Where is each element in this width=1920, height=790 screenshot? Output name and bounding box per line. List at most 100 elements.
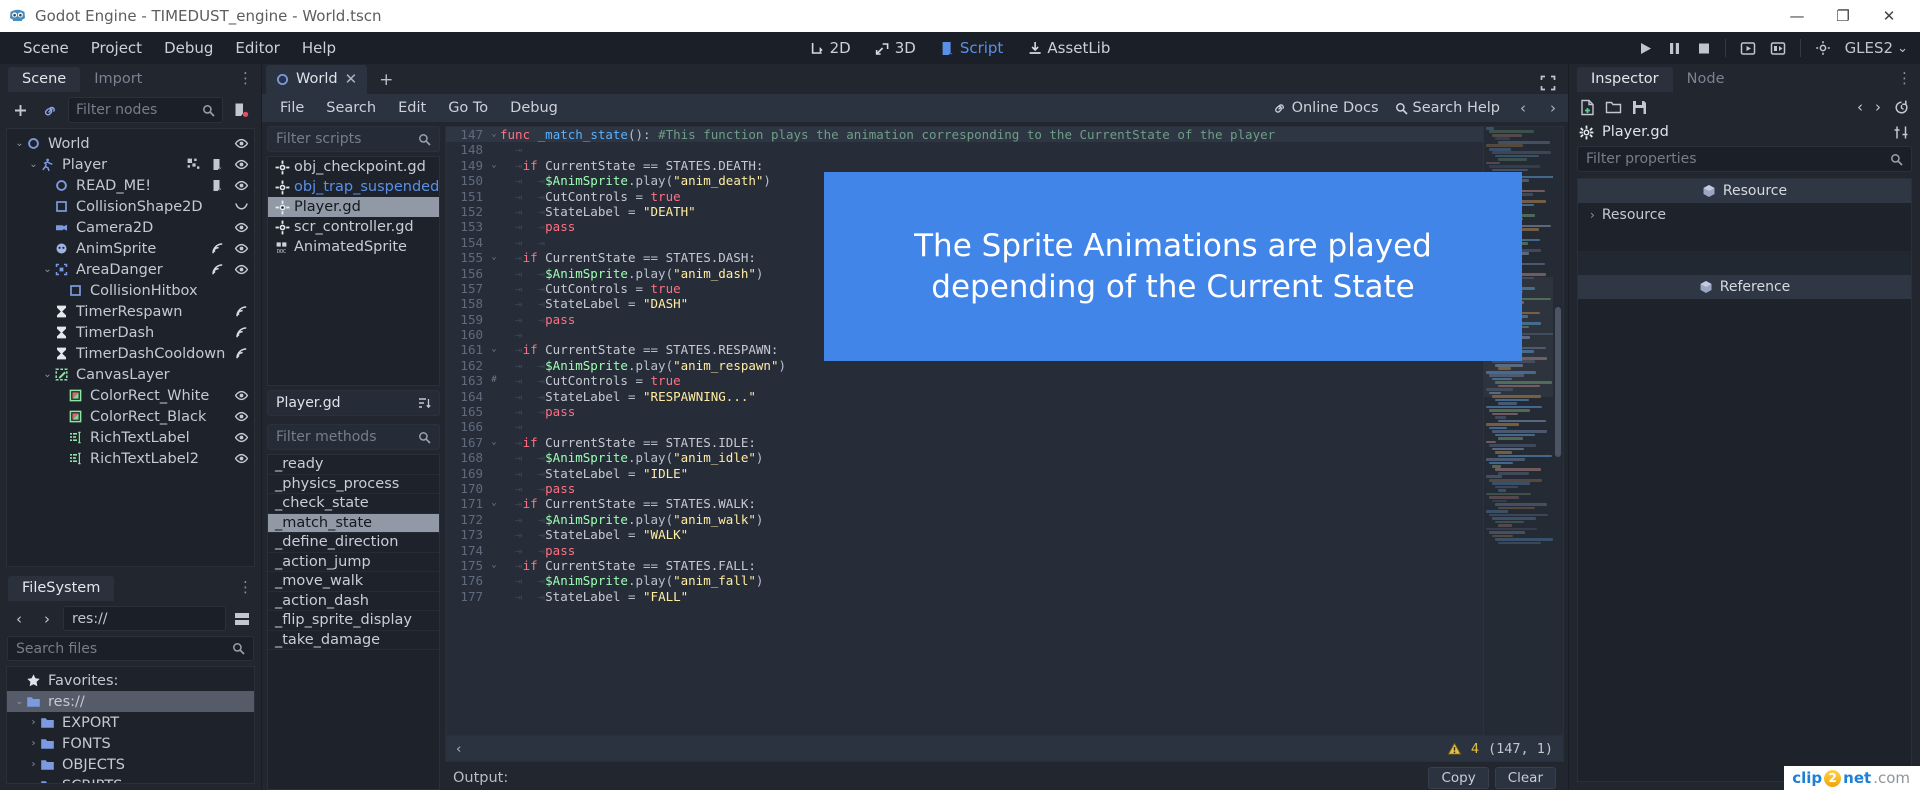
expand-arrow-icon[interactable]: ⌄ [13, 138, 26, 149]
expand-arrow-icon[interactable]: › [27, 759, 40, 770]
fold-arrow-icon[interactable] [488, 512, 500, 527]
fs-item-fonts[interactable]: › FONTS [7, 733, 254, 754]
code-line[interactable]: 168 ⇥ ⇥ $AnimSprite.play("anim_idle") [446, 450, 1483, 465]
fold-arrow-icon[interactable] [488, 296, 500, 311]
script-list[interactable]: obj_checkpoint.gd obj_trap_suspended.gd Pl… [267, 156, 440, 386]
fold-arrow-icon[interactable] [488, 312, 500, 327]
close-button[interactable]: ✕ [1866, 0, 1912, 32]
inspector-menu-icon[interactable]: ⋮ [1897, 69, 1912, 87]
method-item-action-jump[interactable]: _action_jump [268, 553, 439, 572]
method-list[interactable]: _ready _physics_process _check_state _match… [267, 454, 440, 790]
expand-arrow-icon[interactable]: › [1590, 208, 1595, 222]
renderer-selector[interactable]: GLES2 ⌄ [1845, 39, 1908, 57]
code-line[interactable]: 170 ⇥ ⇥ pass [446, 481, 1483, 496]
tab-assetlib[interactable]: AssetLib [1018, 35, 1119, 61]
script-menu-edit[interactable]: Edit [388, 97, 436, 119]
search-help-button[interactable]: Search Help [1395, 100, 1500, 116]
fold-arrow-icon[interactable]: # [488, 373, 500, 388]
scene-node-timerrespawn[interactable]: TimerRespawn [7, 301, 254, 322]
play-scene-icon[interactable] [1740, 41, 1756, 56]
property-category[interactable]: Resource [1578, 179, 1911, 203]
method-item-take-damage[interactable]: _take_damage [268, 631, 439, 650]
filter-nodes-input[interactable]: Filter nodes [68, 97, 223, 123]
code-line[interactable]: 147 ⌄ func _match_state(): #This function … [446, 127, 1483, 143]
minimize-button[interactable]: — [1774, 0, 1820, 32]
code-line[interactable]: 175 ⌄ ⇥ if CurrentState == STATES.FALL: [446, 558, 1483, 573]
fold-arrow-icon[interactable]: ⌄ [488, 250, 500, 265]
tab-filesystem[interactable]: FileSystem [8, 576, 115, 601]
script-item-scr-controller-gd[interactable]: scr_controller.gd [268, 217, 439, 237]
scene-node-timerdash[interactable]: TimerDash [7, 322, 254, 343]
expand-arrow-icon[interactable]: ⌄ [27, 159, 40, 170]
scene-node-canvaslayer[interactable]: ⌄ CanvasLayer [7, 364, 254, 385]
method-item-physics-process[interactable]: _physics_process [268, 475, 439, 494]
menu-help[interactable]: Help [291, 34, 347, 62]
fold-arrow-icon[interactable] [488, 389, 500, 404]
scene-node-read-me-[interactable]: READ_ME! [7, 175, 254, 196]
new-scene-button[interactable]: + [367, 66, 405, 94]
curve-icon[interactable] [234, 199, 248, 214]
fold-arrow-icon[interactable] [488, 481, 500, 496]
visibility-eye-icon[interactable] [234, 220, 249, 235]
expand-arrow-icon[interactable]: ⌄ [13, 696, 26, 707]
tab-import[interactable]: Import [80, 67, 156, 92]
play-icon[interactable] [1638, 41, 1653, 56]
scene-node-camera2d[interactable]: Camera2D [7, 217, 254, 238]
fold-arrow-icon[interactable]: ⌄ [488, 127, 500, 142]
visibility-eye-icon[interactable] [234, 262, 249, 277]
script-menu-debug[interactable]: Debug [500, 97, 568, 119]
fold-arrow-icon[interactable] [488, 189, 500, 204]
code-line[interactable]: 164 ⇥ ⇥ StateLabel = "RESPAWNING..." [446, 389, 1483, 404]
fullscreen-icon[interactable] [1528, 72, 1568, 94]
menu-debug[interactable]: Debug [153, 34, 224, 62]
fold-arrow-icon[interactable]: ⌄ [488, 496, 500, 511]
play-custom-scene-icon[interactable] [1770, 41, 1786, 56]
code-line[interactable]: 173 ⇥ ⇥ StateLabel = "WALK" [446, 527, 1483, 542]
tab-2d[interactable]: 2D [801, 35, 860, 61]
script-menu-search[interactable]: Search [316, 97, 386, 119]
inspector-next-button[interactable]: › [1875, 98, 1881, 116]
fold-arrow-icon[interactable] [488, 266, 500, 281]
remote-debug-icon[interactable] [1815, 40, 1831, 56]
fold-arrow-icon[interactable] [488, 543, 500, 558]
add-node-button[interactable] [8, 98, 32, 122]
save-resource-icon[interactable] [1631, 99, 1648, 116]
scene-node-player[interactable]: ⌄ Player [7, 154, 254, 175]
fold-arrow-icon[interactable]: ⌄ [488, 158, 500, 173]
fold-arrow-icon[interactable] [488, 466, 500, 481]
code-line[interactable]: 172 ⇥ ⇥ $AnimSprite.play("anim_walk") [446, 512, 1483, 527]
method-item-match-state[interactable]: _match_state [268, 513, 439, 533]
status-back-button[interactable]: ‹ [456, 741, 461, 757]
script-item-player-gd[interactable]: Player.gd [268, 197, 439, 217]
visibility-eye-icon[interactable] [234, 136, 249, 151]
inspector-prev-button[interactable]: ‹ [1857, 98, 1863, 116]
filter-scripts-input[interactable]: Filter scripts [267, 126, 440, 152]
filter-properties-input[interactable]: Filter properties [1577, 146, 1912, 172]
scene-panel-menu-icon[interactable]: ⋮ [238, 69, 253, 87]
fold-arrow-icon[interactable] [488, 327, 500, 342]
fs-item-objects[interactable]: › OBJECTS [7, 754, 254, 775]
method-item-check-state[interactable]: _check_state [268, 494, 439, 514]
method-item-flip-sprite-display[interactable]: _flip_sprite_display [268, 611, 439, 631]
signal-icon[interactable] [234, 346, 248, 361]
scene-tab-world[interactable]: World ✕ [266, 65, 368, 94]
fold-arrow-icon[interactable] [488, 204, 500, 219]
scene-node-areadanger[interactable]: ⌄ AreaDanger [7, 259, 254, 280]
fs-item-export[interactable]: › EXPORT [7, 712, 254, 733]
fold-arrow-icon[interactable] [488, 573, 500, 588]
scene-node-animsprite[interactable]: AnimSprite [7, 238, 254, 259]
code-line[interactable]: 167 ⌄ ⇥ if CurrentState == STATES.IDLE: [446, 435, 1483, 450]
fold-arrow-icon[interactable] [488, 142, 500, 157]
property-list[interactable]: Resource › Resource Reference [1577, 178, 1912, 782]
visibility-eye-icon[interactable] [234, 157, 249, 172]
signal-icon[interactable] [234, 304, 248, 319]
fold-arrow-icon[interactable] [488, 450, 500, 465]
clear-button[interactable]: Clear [1494, 767, 1556, 789]
code-line[interactable]: 165 ⇥ ⇥ pass [446, 404, 1483, 419]
script-badge-icon[interactable] [210, 157, 224, 172]
method-item-define-direction[interactable]: _define_direction [268, 533, 439, 553]
code-scroll-thumb[interactable] [1555, 307, 1561, 457]
scene-node-timerdashcooldown[interactable]: TimerDashCooldown [7, 343, 254, 364]
fold-arrow-icon[interactable] [488, 527, 500, 542]
signal-icon[interactable] [210, 262, 224, 277]
